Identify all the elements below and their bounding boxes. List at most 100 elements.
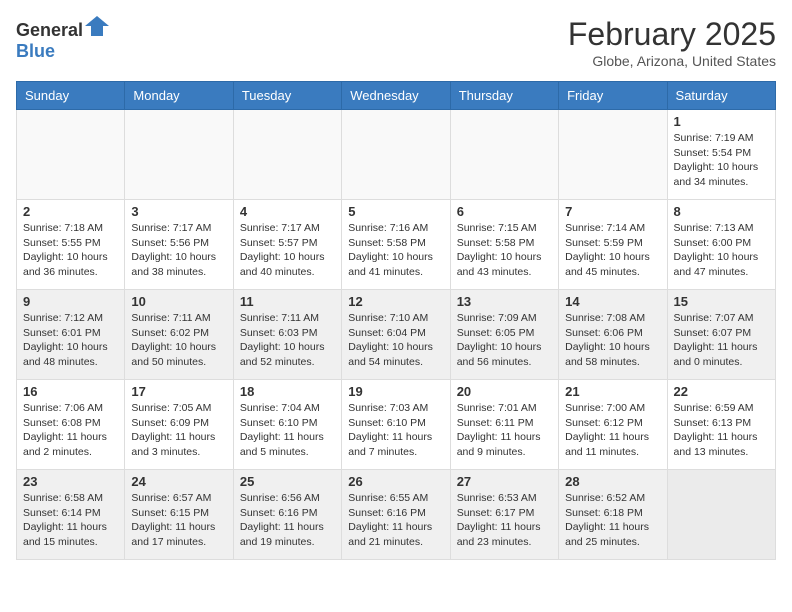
day-info: Sunrise: 7:10 AM Sunset: 6:04 PM Dayligh…	[348, 311, 443, 370]
day-number: 2	[23, 204, 118, 219]
calendar-day-cell: 2 Sunrise: 7:18 AM Sunset: 5:55 PM Daylig…	[17, 200, 125, 290]
day-of-week-header: Saturday	[667, 82, 775, 110]
day-of-week-header: Wednesday	[342, 82, 450, 110]
calendar-day-cell: 26 Sunrise: 6:55 AM Sunset: 6:16 PM Dayli…	[342, 470, 450, 560]
day-number: 23	[23, 474, 118, 489]
day-info: Sunrise: 7:17 AM Sunset: 5:57 PM Dayligh…	[240, 221, 335, 280]
day-number: 16	[23, 384, 118, 399]
day-info: Sunrise: 6:59 AM Sunset: 6:13 PM Dayligh…	[674, 401, 769, 460]
day-number: 5	[348, 204, 443, 219]
day-info: Sunrise: 6:55 AM Sunset: 6:16 PM Dayligh…	[348, 491, 443, 550]
calendar-day-cell: 12 Sunrise: 7:10 AM Sunset: 6:04 PM Dayli…	[342, 290, 450, 380]
calendar-day-cell: 15 Sunrise: 7:07 AM Sunset: 6:07 PM Dayli…	[667, 290, 775, 380]
day-info: Sunrise: 6:56 AM Sunset: 6:16 PM Dayligh…	[240, 491, 335, 550]
calendar-day-cell: 14 Sunrise: 7:08 AM Sunset: 6:06 PM Dayli…	[559, 290, 667, 380]
title-block: February 2025 Globe, Arizona, United Sta…	[568, 16, 776, 69]
day-number: 18	[240, 384, 335, 399]
day-info: Sunrise: 7:11 AM Sunset: 6:02 PM Dayligh…	[131, 311, 226, 370]
logo: General Blue	[16, 16, 109, 62]
calendar-day-cell	[450, 110, 558, 200]
day-number: 4	[240, 204, 335, 219]
day-number: 13	[457, 294, 552, 309]
day-number: 10	[131, 294, 226, 309]
day-number: 26	[348, 474, 443, 489]
calendar-day-cell	[667, 470, 775, 560]
calendar-day-cell: 25 Sunrise: 6:56 AM Sunset: 6:16 PM Dayli…	[233, 470, 341, 560]
day-number: 15	[674, 294, 769, 309]
day-info: Sunrise: 7:00 AM Sunset: 6:12 PM Dayligh…	[565, 401, 660, 460]
calendar-day-cell: 1 Sunrise: 7:19 AM Sunset: 5:54 PM Daylig…	[667, 110, 775, 200]
calendar-day-cell: 6Sunrise: 7:15 AM Sunset: 5:58 PM Daylig…	[450, 200, 558, 290]
day-number: 22	[674, 384, 769, 399]
day-number: 8	[674, 204, 769, 219]
calendar-day-cell: 28 Sunrise: 6:52 AM Sunset: 6:18 PM Dayli…	[559, 470, 667, 560]
day-of-week-header: Thursday	[450, 82, 558, 110]
calendar-table: SundayMondayTuesdayWednesdayThursdayFrid…	[16, 81, 776, 560]
day-number: 6	[457, 204, 552, 219]
calendar-header-row: SundayMondayTuesdayWednesdayThursdayFrid…	[17, 82, 776, 110]
calendar-week-row: 1 Sunrise: 7:19 AM Sunset: 5:54 PM Daylig…	[17, 110, 776, 200]
day-info: Sunrise: 7:06 AM Sunset: 6:08 PM Dayligh…	[23, 401, 118, 460]
day-info: Sunrise: 7:14 AM Sunset: 5:59 PM Dayligh…	[565, 221, 660, 280]
calendar-week-row: 23 Sunrise: 6:58 AM Sunset: 6:14 PM Dayli…	[17, 470, 776, 560]
calendar-day-cell: 8Sunrise: 7:13 AM Sunset: 6:00 PM Daylig…	[667, 200, 775, 290]
calendar-day-cell: 16 Sunrise: 7:06 AM Sunset: 6:08 PM Dayli…	[17, 380, 125, 470]
month-year-title: February 2025	[568, 16, 776, 53]
day-of-week-header: Friday	[559, 82, 667, 110]
day-number: 3	[131, 204, 226, 219]
day-info: Sunrise: 7:17 AM Sunset: 5:56 PM Dayligh…	[131, 221, 226, 280]
page-header: General Blue February 2025 Globe, Arizon…	[16, 16, 776, 69]
day-info: Sunrise: 7:01 AM Sunset: 6:11 PM Dayligh…	[457, 401, 552, 460]
day-of-week-header: Monday	[125, 82, 233, 110]
day-number: 27	[457, 474, 552, 489]
calendar-day-cell: 20 Sunrise: 7:01 AM Sunset: 6:11 PM Dayli…	[450, 380, 558, 470]
calendar-week-row: 2 Sunrise: 7:18 AM Sunset: 5:55 PM Daylig…	[17, 200, 776, 290]
day-info: Sunrise: 7:12 AM Sunset: 6:01 PM Dayligh…	[23, 311, 118, 370]
day-number: 12	[348, 294, 443, 309]
calendar-day-cell: 5Sunrise: 7:16 AM Sunset: 5:58 PM Daylig…	[342, 200, 450, 290]
calendar-day-cell	[17, 110, 125, 200]
day-info: Sunrise: 6:58 AM Sunset: 6:14 PM Dayligh…	[23, 491, 118, 550]
location-subtitle: Globe, Arizona, United States	[568, 53, 776, 69]
day-number: 17	[131, 384, 226, 399]
day-number: 1	[674, 114, 769, 129]
day-info: Sunrise: 7:07 AM Sunset: 6:07 PM Dayligh…	[674, 311, 769, 370]
calendar-day-cell: 22 Sunrise: 6:59 AM Sunset: 6:13 PM Dayli…	[667, 380, 775, 470]
logo-blue-text: Blue	[16, 41, 55, 61]
day-info: Sunrise: 7:08 AM Sunset: 6:06 PM Dayligh…	[565, 311, 660, 370]
day-number: 20	[457, 384, 552, 399]
day-info: Sunrise: 7:19 AM Sunset: 5:54 PM Dayligh…	[674, 131, 769, 190]
calendar-day-cell	[125, 110, 233, 200]
day-info: Sunrise: 6:52 AM Sunset: 6:18 PM Dayligh…	[565, 491, 660, 550]
calendar-day-cell: 19Sunrise: 7:03 AM Sunset: 6:10 PM Dayli…	[342, 380, 450, 470]
calendar-day-cell: 24 Sunrise: 6:57 AM Sunset: 6:15 PM Dayli…	[125, 470, 233, 560]
day-number: 24	[131, 474, 226, 489]
calendar-day-cell: 4 Sunrise: 7:17 AM Sunset: 5:57 PM Daylig…	[233, 200, 341, 290]
calendar-day-cell: 23 Sunrise: 6:58 AM Sunset: 6:14 PM Dayli…	[17, 470, 125, 560]
day-number: 25	[240, 474, 335, 489]
day-number: 21	[565, 384, 660, 399]
calendar-day-cell: 11Sunrise: 7:11 AM Sunset: 6:03 PM Dayli…	[233, 290, 341, 380]
day-number: 7	[565, 204, 660, 219]
day-info: Sunrise: 6:53 AM Sunset: 6:17 PM Dayligh…	[457, 491, 552, 550]
day-info: Sunrise: 7:05 AM Sunset: 6:09 PM Dayligh…	[131, 401, 226, 460]
calendar-day-cell	[559, 110, 667, 200]
calendar-day-cell: 10 Sunrise: 7:11 AM Sunset: 6:02 PM Dayli…	[125, 290, 233, 380]
calendar-day-cell: 9 Sunrise: 7:12 AM Sunset: 6:01 PM Daylig…	[17, 290, 125, 380]
day-number: 9	[23, 294, 118, 309]
day-number: 28	[565, 474, 660, 489]
calendar-day-cell: 18Sunrise: 7:04 AM Sunset: 6:10 PM Dayli…	[233, 380, 341, 470]
day-info: Sunrise: 7:03 AM Sunset: 6:10 PM Dayligh…	[348, 401, 443, 460]
day-of-week-header: Tuesday	[233, 82, 341, 110]
calendar-day-cell	[233, 110, 341, 200]
day-info: Sunrise: 6:57 AM Sunset: 6:15 PM Dayligh…	[131, 491, 226, 550]
calendar-week-row: 16 Sunrise: 7:06 AM Sunset: 6:08 PM Dayli…	[17, 380, 776, 470]
calendar-day-cell: 21 Sunrise: 7:00 AM Sunset: 6:12 PM Dayli…	[559, 380, 667, 470]
calendar-day-cell: 27 Sunrise: 6:53 AM Sunset: 6:17 PM Dayli…	[450, 470, 558, 560]
day-number: 14	[565, 294, 660, 309]
calendar-day-cell: 13 Sunrise: 7:09 AM Sunset: 6:05 PM Dayli…	[450, 290, 558, 380]
day-info: Sunrise: 7:09 AM Sunset: 6:05 PM Dayligh…	[457, 311, 552, 370]
day-of-week-header: Sunday	[17, 82, 125, 110]
day-info: Sunrise: 7:18 AM Sunset: 5:55 PM Dayligh…	[23, 221, 118, 280]
calendar-week-row: 9 Sunrise: 7:12 AM Sunset: 6:01 PM Daylig…	[17, 290, 776, 380]
